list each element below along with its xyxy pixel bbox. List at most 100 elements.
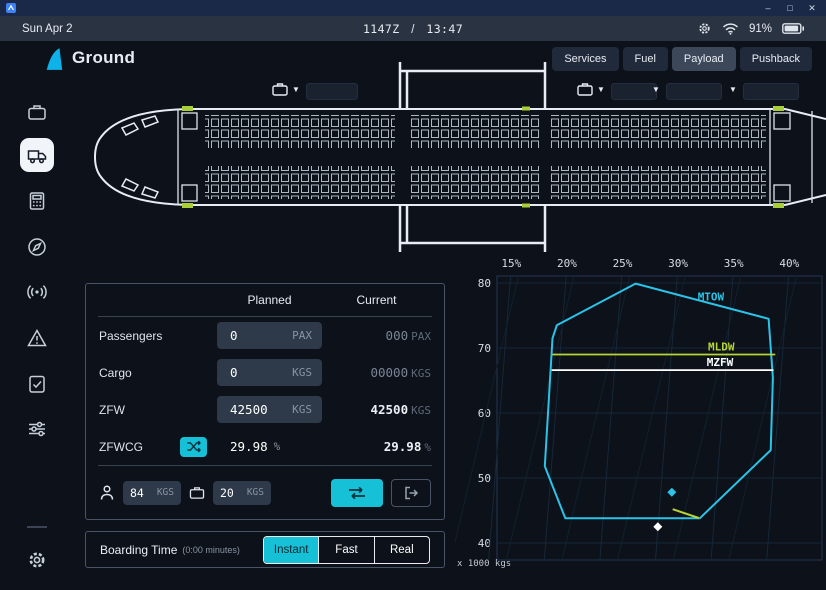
sidebar-item-navigation[interactable] <box>20 230 54 264</box>
sidebar-item-ground[interactable] <box>20 138 54 172</box>
sidebar-item-failures[interactable] <box>20 321 54 355</box>
cargo-slot-3[interactable] <box>666 83 722 100</box>
column-header-current: Current <box>322 293 431 307</box>
cargo-label: Cargo <box>99 366 217 380</box>
broadcast-icon <box>26 281 48 303</box>
svg-text:40: 40 <box>478 537 491 550</box>
window-minimize-button[interactable]: – <box>760 0 776 16</box>
boarding-time-panel: Boarding Time (0:00 minutes) Instant Fas… <box>85 531 445 568</box>
person-icon <box>99 484 115 501</box>
sidebar-item-atc[interactable] <box>20 275 54 309</box>
boarding-time-selector: Instant Fast Real <box>263 536 430 564</box>
window-close-button[interactable]: ✕ <box>804 0 820 16</box>
transfer-arrows-icon <box>347 486 367 500</box>
svg-text:70: 70 <box>478 342 491 355</box>
efb-logo <box>44 46 64 77</box>
svg-text:MTOW: MTOW <box>698 291 725 304</box>
truck-icon <box>26 144 48 166</box>
sidebar-item-dispatch[interactable] <box>20 95 54 129</box>
cargo-planned-unit: KGS <box>292 366 312 379</box>
exit-icon <box>403 485 419 501</box>
sidebar-item-settings[interactable] <box>20 543 54 577</box>
payload-panel: Planned Current Passengers 0 PAX 000PAX … <box>85 283 445 520</box>
cockpit-windows <box>122 116 158 198</box>
boarding-time-label: Boarding Time <box>100 543 177 557</box>
cargo-current: 00000KGS <box>322 365 431 380</box>
pax-weight-input[interactable]: 84 KGS <box>123 481 181 505</box>
battery-icon <box>782 23 804 34</box>
svg-text:MLDW: MLDW <box>708 341 735 354</box>
window-maximize-button[interactable]: □ <box>782 0 798 16</box>
row-cargo: Cargo 0 KGS 00000KGS <box>86 354 444 391</box>
app-logo-icon <box>6 3 16 13</box>
svg-text:40%: 40% <box>779 257 799 270</box>
passengers-current: 000PAX <box>322 328 431 343</box>
shuffle-icon <box>186 440 202 453</box>
cargo-input[interactable]: 0 KGS <box>217 359 322 386</box>
per-pax-weights-row: 84 KGS 20 KGS <box>86 466 444 519</box>
start-boarding-button[interactable] <box>331 479 383 507</box>
cargo-dropdown-4[interactable]: ▼ <box>729 83 737 97</box>
battery-percent: 91% <box>749 23 772 35</box>
briefcase-icon <box>272 82 288 97</box>
zfwcg-toggle-button[interactable] <box>180 437 207 457</box>
calculator-icon <box>26 190 48 212</box>
boarding-option-real[interactable]: Real <box>374 537 429 563</box>
svg-text:30%: 30% <box>668 257 688 270</box>
zfw-planned-unit: KGS <box>292 403 312 416</box>
zfw-label: ZFW <box>99 403 217 417</box>
zfwcg-current: 29.98% <box>322 439 431 454</box>
wing-structures <box>400 62 545 252</box>
passengers-label: Passengers <box>99 329 217 343</box>
boarding-option-fast[interactable]: Fast <box>318 537 373 563</box>
gear-icon <box>697 21 712 36</box>
row-passengers: Passengers 0 PAX 000PAX <box>86 317 444 354</box>
seat-rows[interactable] <box>205 115 766 199</box>
status-time-separator: / <box>411 24 415 36</box>
svg-text:MZFW: MZFW <box>707 356 734 369</box>
briefcase-icon <box>189 486 205 500</box>
sliders-icon <box>26 418 48 440</box>
bag-weight-input[interactable]: 20 KGS <box>213 481 271 505</box>
sidebar-item-performance[interactable] <box>20 184 54 218</box>
deboard-button[interactable] <box>391 479 431 507</box>
svg-text:50: 50 <box>478 472 491 485</box>
column-header-planned: Planned <box>217 293 322 307</box>
briefcase-icon <box>577 82 593 97</box>
svg-text:15%: 15% <box>501 257 521 270</box>
cargo-slot-4[interactable] <box>743 83 799 100</box>
cargo-slot-2[interactable] <box>611 83 657 100</box>
cargo-planned-value: 0 <box>230 365 238 380</box>
passengers-planned-unit: PAX <box>292 329 312 342</box>
passengers-input[interactable]: 0 PAX <box>217 322 322 349</box>
svg-text:35%: 35% <box>724 257 744 270</box>
zfwcg-label: ZFWCG <box>99 440 143 454</box>
warning-icon <box>26 327 48 349</box>
compass-icon <box>26 236 48 258</box>
cg-envelope-chart: 807060504015%20%25%30%35%40%MLDWMZFWMTOW… <box>455 253 826 575</box>
svg-text:25%: 25% <box>613 257 633 270</box>
wifi-icon <box>722 22 739 35</box>
zfwcg-planned[interactable]: 29.98 % <box>217 439 322 454</box>
svg-text:x 1000 kgs: x 1000 kgs <box>457 559 511 569</box>
boarding-option-instant[interactable]: Instant <box>264 537 318 563</box>
efb-status-bar: Sun Apr 2 1147Z / 13:47 91% <box>0 16 826 41</box>
zfw-current: 42500KGS <box>322 402 431 417</box>
zfw-input[interactable]: 42500 KGS <box>217 396 322 423</box>
row-zfw: ZFW 42500 KGS 42500KGS <box>86 391 444 428</box>
row-zfwcg: ZFWCG 29.98 % 29.98% <box>86 428 444 465</box>
svg-text:20%: 20% <box>557 257 577 270</box>
passengers-planned-value: 0 <box>230 328 238 343</box>
cargo-dropdown-3[interactable]: ▼ <box>652 83 660 97</box>
status-time-utc: 1147Z <box>363 22 400 36</box>
window-title-bar: – □ ✕ <box>0 0 826 16</box>
sidebar-item-checklists[interactable] <box>20 367 54 401</box>
zfwcg-label-cell: ZFWCG <box>99 437 217 457</box>
boarding-time-sublabel: (0:00 minutes) <box>182 545 240 555</box>
svg-text:80: 80 <box>478 277 491 290</box>
cargo-dropdown-1[interactable]: ▼ <box>292 83 300 97</box>
sidebar-item-presets[interactable] <box>20 412 54 446</box>
cargo-dropdown-2[interactable]: ▼ <box>597 83 605 97</box>
sidebar-divider <box>27 526 47 528</box>
cargo-slot-1[interactable] <box>306 83 358 100</box>
